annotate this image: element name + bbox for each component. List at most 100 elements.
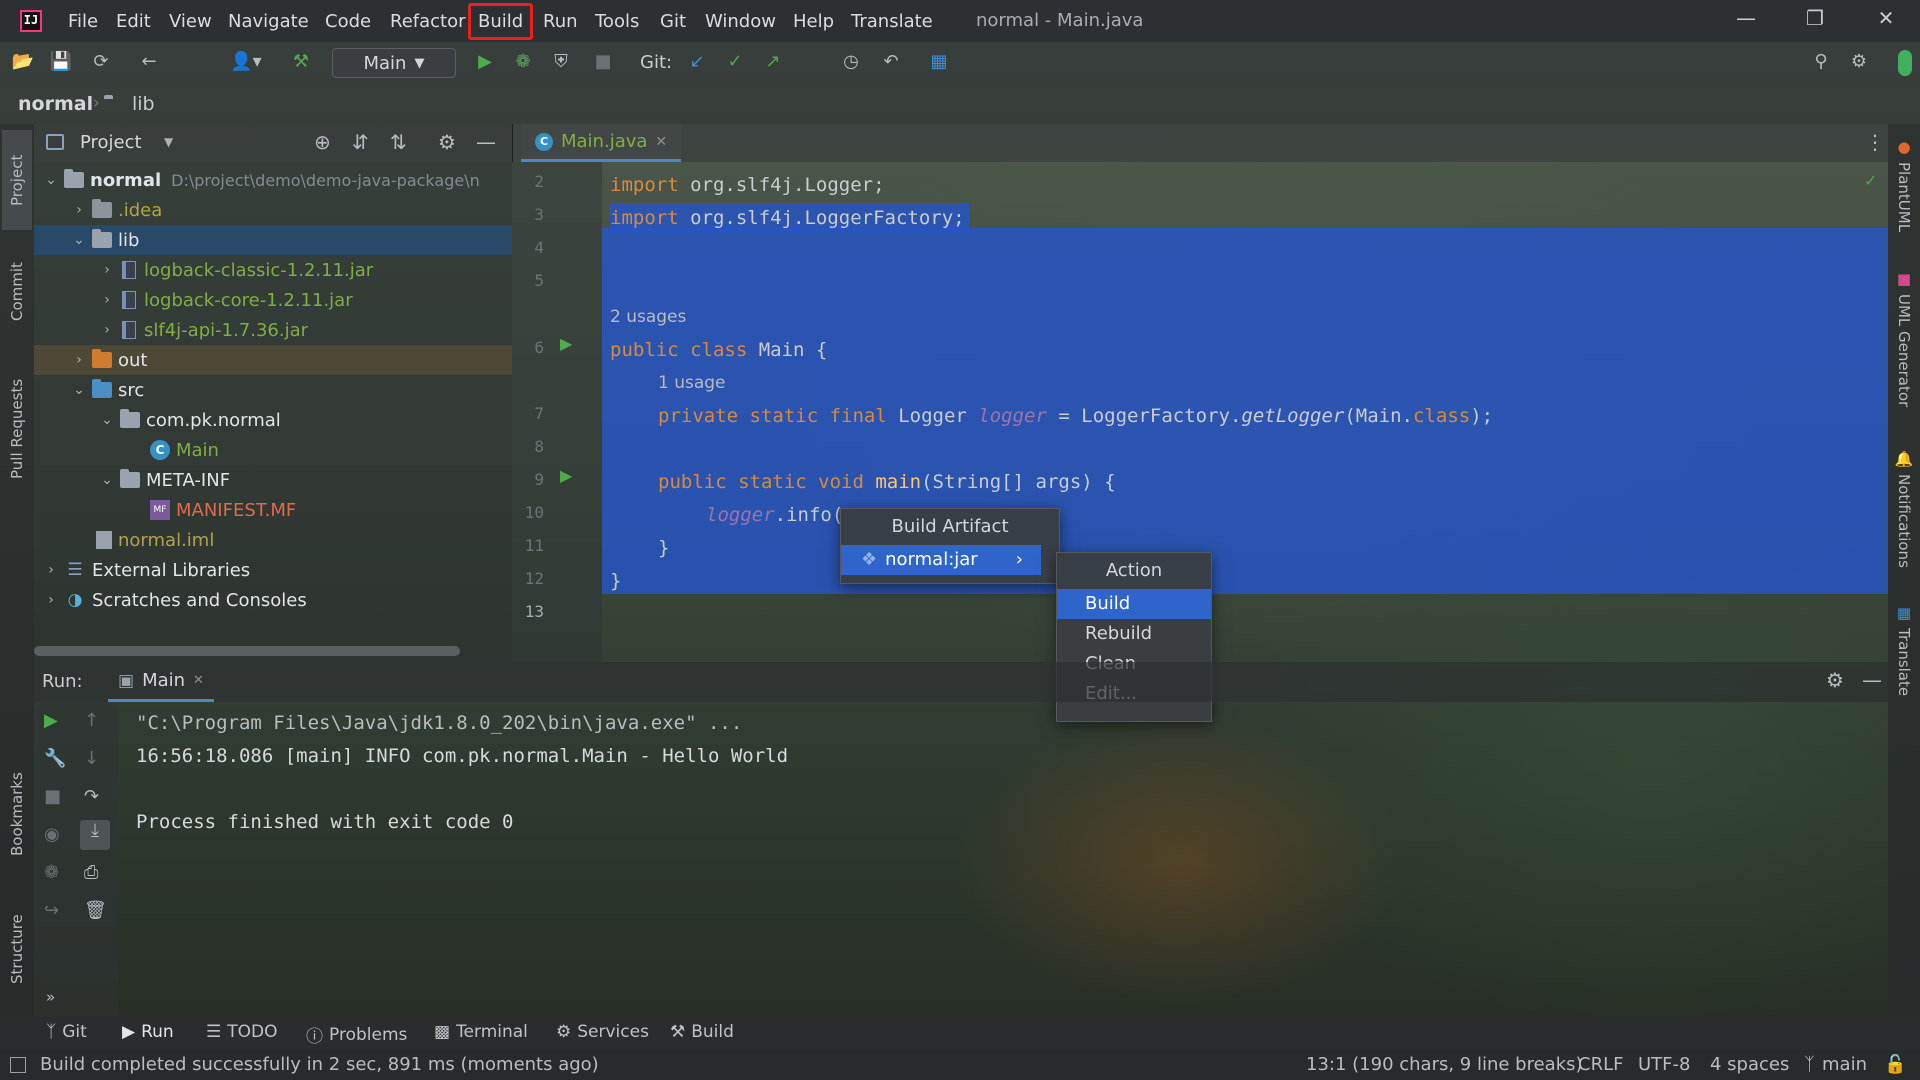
more-options-icon[interactable]: ⋮ [1865, 130, 1885, 154]
chevron-right-icon[interactable]: › [98, 262, 116, 278]
git-commit-icon[interactable]: ✓ [722, 51, 748, 77]
run-configuration-select[interactable]: Main ▼ [332, 48, 456, 78]
editor-tab-main-java[interactable]: C Main.java ✕ [521, 124, 682, 162]
stop-icon[interactable]: ■ [590, 51, 616, 77]
tree-item-package[interactable]: ⌄ com.pk.normal [34, 405, 512, 435]
chevron-down-icon[interactable]: ⌄ [98, 472, 116, 488]
inspection-ok-icon[interactable]: ✓ [1865, 170, 1876, 191]
action-build[interactable]: Build [1057, 589, 1211, 619]
history-icon[interactable]: ◷ [838, 51, 864, 77]
tool-tab-commit[interactable]: Commit [2, 242, 32, 342]
tree-item-normal[interactable]: ⌄ normal D:\project\demo\demo-java-packa… [34, 165, 512, 195]
ide-status-icon[interactable] [1898, 50, 1912, 76]
tool-window-services[interactable]: ⚙ Services [556, 1022, 649, 1042]
open-folder-icon[interactable]: 📂 [10, 51, 36, 77]
restore-button[interactable]: ❐ [1797, 6, 1833, 36]
tool-tab-plantuml[interactable]: ● PlantUML [1890, 138, 1918, 248]
tree-item-jar[interactable]: › logback-core-1.2.11.jar [34, 285, 512, 315]
tool-tab-pull-requests[interactable]: Pull Requests [2, 354, 32, 504]
tree-item-lib[interactable]: ⌄ lib [34, 225, 512, 255]
chevron-right-icon[interactable]: › [70, 202, 88, 218]
close-tab-icon[interactable]: ✕ [655, 134, 667, 150]
tool-window-todo[interactable]: ☰ TODO [206, 1022, 278, 1042]
indent-setting[interactable]: 4 spaces [1710, 1054, 1789, 1075]
more-tools-icon[interactable]: » [46, 988, 55, 1006]
tree-item-scratches[interactable]: › ◑ Scratches and Consoles [34, 585, 512, 615]
caret-position[interactable]: 13:1 (190 chars, 9 line breaks) [1306, 1054, 1583, 1075]
project-panel-title[interactable]: Project [80, 132, 142, 153]
tree-item-meta-inf[interactable]: ⌄ META-INF [34, 465, 512, 495]
hide-panel-icon[interactable]: — [1862, 668, 1882, 692]
artifact-item-normal-jar[interactable]: ❖ normal:jar › [841, 545, 1041, 575]
exit-icon[interactable]: ↪ [44, 900, 59, 921]
tool-window-git[interactable]: ᛉ Git [46, 1022, 87, 1042]
tool-window-build[interactable]: ⚒ Build [670, 1022, 734, 1042]
menu-help[interactable]: Help [793, 11, 834, 32]
tree-item-jar[interactable]: › logback-classic-1.2.11.jar [34, 255, 512, 285]
panel-settings-gear-icon[interactable]: ⚙ [438, 130, 456, 154]
debug-icon[interactable]: ❁ [510, 51, 536, 77]
tool-window-problems[interactable]: ⓘ Problems [306, 1022, 407, 1048]
usages-hint[interactable]: 2 usages [610, 302, 686, 332]
chevron-down-icon[interactable]: ⌄ [70, 232, 88, 248]
chevron-down-icon[interactable]: ⌄ [42, 172, 60, 188]
tree-item-jar[interactable]: › slf4j-api-1.7.36.jar [34, 315, 512, 345]
breadcrumb-folder[interactable]: lib [132, 93, 155, 115]
close-button[interactable]: ✕ [1868, 6, 1904, 36]
tree-item-out[interactable]: › out [34, 345, 512, 375]
back-icon[interactable]: ← [136, 51, 162, 77]
menu-edit[interactable]: Edit [116, 11, 151, 32]
menu-build[interactable]: Build [468, 3, 534, 40]
chevron-down-icon[interactable]: ▼ [164, 135, 173, 149]
run-tab-main[interactable]: ▣ Main ✕ [108, 662, 214, 702]
menu-code[interactable]: Code [325, 11, 371, 32]
menu-refactor[interactable]: Refactor [390, 11, 466, 32]
camera-icon[interactable]: ◉ [44, 824, 60, 845]
tree-item-manifest[interactable]: MF MANIFEST.MF [34, 495, 512, 525]
status-message[interactable]: Build completed successfully in 2 sec, 8… [40, 1054, 599, 1075]
expand-all-icon[interactable]: ⇵ [352, 130, 369, 154]
code-editor[interactable]: import org.slf4j.Logger; import org.slf4… [602, 162, 1888, 662]
run-settings-gear-icon[interactable]: ⚙ [1826, 668, 1844, 692]
tool-tab-project[interactable]: Project [2, 130, 32, 230]
translate-tool-icon[interactable]: ▦ [926, 51, 952, 77]
action-rebuild[interactable]: Rebuild [1057, 619, 1211, 649]
menu-view[interactable]: View [169, 11, 212, 32]
trash-icon[interactable]: 🗑 [84, 900, 107, 921]
chevron-down-icon[interactable]: ⌄ [70, 382, 88, 398]
save-icon[interactable]: 💾 [48, 51, 74, 77]
menu-run[interactable]: Run [543, 11, 578, 32]
run-icon[interactable]: ▶ [472, 51, 498, 77]
hide-panel-icon[interactable]: — [476, 130, 496, 154]
tool-tab-translate[interactable]: ▦ Translate [1890, 604, 1918, 714]
search-icon[interactable]: ⚲ [1808, 51, 1834, 77]
menu-window[interactable]: Window [705, 11, 776, 32]
tool-tab-bookmarks[interactable]: Bookmarks [2, 754, 32, 874]
menu-translate[interactable]: Translate [851, 11, 933, 32]
git-push-icon[interactable]: ↗ [760, 51, 786, 77]
line-separator[interactable]: CRLF [1578, 1054, 1623, 1075]
chevron-right-icon[interactable]: › [98, 292, 116, 308]
file-encoding[interactable]: UTF-8 [1638, 1054, 1690, 1075]
sync-icon[interactable]: ⟳ [88, 51, 114, 77]
tool-tab-structure[interactable]: Structure [2, 894, 32, 1004]
chevron-right-icon[interactable]: › [70, 352, 88, 368]
scroll-down-icon[interactable]: ↓ [84, 748, 99, 769]
git-update-icon[interactable]: ↙ [684, 51, 710, 77]
lock-icon[interactable]: 🔓 [1884, 1054, 1906, 1075]
minimize-button[interactable]: — [1728, 6, 1764, 36]
chevron-right-icon[interactable]: › [42, 562, 60, 578]
chevron-right-icon[interactable]: › [42, 592, 60, 608]
close-tab-icon[interactable]: ✕ [193, 673, 204, 688]
tree-item-iml[interactable]: normal.iml [34, 525, 512, 555]
debug-bug-icon[interactable]: ❁ [44, 862, 59, 883]
toggle-tool-windows-icon[interactable] [10, 1057, 26, 1073]
tool-tab-notifications[interactable]: 🔔 Notifications [1890, 450, 1918, 600]
chevron-down-icon[interactable]: ⌄ [98, 412, 116, 428]
tree-item-src[interactable]: ⌄ src [34, 375, 512, 405]
soft-wrap-icon[interactable]: ↷ [84, 786, 99, 807]
git-branch[interactable]: main [1822, 1054, 1867, 1075]
scroll-to-end-icon[interactable]: ⤓ [80, 820, 110, 850]
tool-window-run[interactable]: ▶ Run [122, 1022, 174, 1042]
run-main-icon[interactable]: ▶ [560, 466, 572, 485]
